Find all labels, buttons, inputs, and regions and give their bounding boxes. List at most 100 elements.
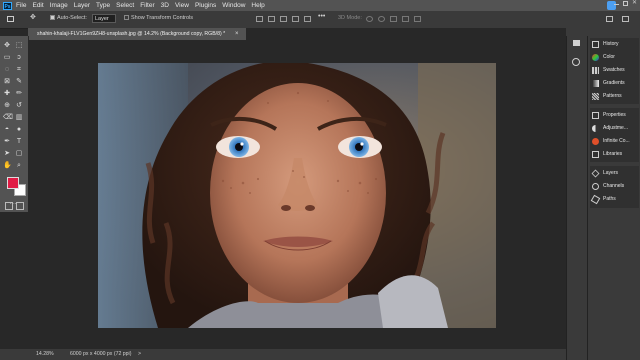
workspace-icon[interactable] (606, 16, 613, 22)
share-icon[interactable] (622, 16, 629, 22)
panel-color-label: Color (603, 54, 615, 60)
panel-adjustments[interactable]: Adjustme... (592, 122, 628, 134)
panel-history[interactable]: History (592, 38, 619, 50)
maximize-icon[interactable] (623, 1, 628, 6)
panel-channels-label: Channels (603, 183, 625, 189)
channels-icon (592, 182, 599, 190)
panel-swatches[interactable]: Swatches (592, 64, 625, 76)
menu-image[interactable]: Image (50, 2, 68, 9)
statusbar-left-filler (0, 349, 28, 360)
align-right-icon[interactable] (280, 16, 287, 22)
swatches-icon (592, 66, 599, 74)
auto-select-label: Auto-Select: (57, 15, 87, 21)
3d-mode-label: 3D Mode: (338, 15, 362, 21)
panel-group-properties: Properties Adjustme... Infinite Co... Li… (590, 108, 639, 162)
brush-tool-icon[interactable]: ✏ (15, 90, 23, 98)
hand-tool-icon[interactable]: ✋ (3, 162, 12, 170)
clone-stamp-tool-icon[interactable]: ⊕ (3, 102, 11, 110)
dodge-tool-icon[interactable]: ● (15, 126, 23, 134)
more-options-icon[interactable]: ••• (318, 13, 325, 20)
menu-file[interactable]: File (16, 2, 26, 9)
move-tool-icon[interactable]: ✥ (30, 13, 36, 21)
panel-layers[interactable]: Layers (591, 167, 618, 179)
foreground-color-swatch[interactable] (7, 177, 19, 189)
collapsed-icon-strip (566, 36, 587, 360)
gradient-tool-icon[interactable]: ▥ (15, 114, 23, 122)
panel-group-history: History Color Swatches Gradients Pattern… (590, 38, 639, 104)
align-left-icon[interactable] (256, 16, 263, 22)
status-menu-arrow[interactable]: > (138, 351, 141, 357)
rectangle-tool-icon[interactable]: ▢ (15, 150, 23, 158)
panel-history-label: History (603, 41, 619, 47)
object-select-tool-icon[interactable]: ◌ (3, 66, 11, 74)
close-icon[interactable]: ✕ (632, 0, 637, 6)
menu-filter[interactable]: Filter (140, 2, 154, 9)
spot-heal-tool-icon[interactable]: ✚ (3, 90, 11, 98)
gradients-icon (592, 79, 599, 87)
menu-view[interactable]: View (175, 2, 189, 9)
quick-mask-icon[interactable] (5, 202, 13, 210)
panel-properties[interactable]: Properties (592, 109, 626, 121)
show-transform-checkbox[interactable]: Show Transform Controls (124, 15, 193, 21)
tab-close-icon[interactable]: × (235, 28, 239, 40)
crop-tool-icon[interactable]: ⌗ (15, 66, 23, 74)
panel-paths[interactable]: Paths (590, 193, 616, 205)
panel-infinite-color[interactable]: Infinite Co... (592, 135, 630, 147)
learn-icon[interactable] (572, 58, 580, 66)
eraser-tool-icon[interactable]: ⌫ (3, 114, 13, 122)
layers-icon (591, 169, 600, 177)
panel-gradients-label: Gradients (603, 80, 625, 86)
move-tool-icon[interactable]: ✥ (3, 42, 11, 50)
panel-patterns[interactable]: Patterns (592, 90, 622, 102)
eyedropper-tool-icon[interactable]: ✎ (15, 78, 23, 86)
lasso-tool-icon[interactable]: ↄ (15, 54, 23, 62)
menu-3d[interactable]: 3D (161, 2, 169, 9)
marquee-tool-icon[interactable]: ▭ (3, 54, 11, 62)
photoshop-logo[interactable]: Ps (3, 1, 12, 10)
auto-select-checkbox[interactable]: Auto-Select: (50, 15, 87, 21)
align-middle-icon[interactable] (304, 16, 311, 22)
panel-group-layers: Layers Channels Paths (590, 166, 639, 208)
pen-tool-icon[interactable]: ✒ (3, 138, 11, 146)
minimize-icon[interactable] (614, 4, 619, 5)
align-top-icon[interactable] (292, 16, 299, 22)
show-transform-label: Show Transform Controls (131, 15, 194, 21)
3d-pan-icon[interactable] (390, 16, 397, 22)
status-bar: 14.28% 6000 px x 4000 px (72 ppi) > (28, 349, 566, 360)
checkbox-icon (124, 15, 129, 21)
auto-select-dropdown[interactable]: Layer (92, 14, 116, 23)
align-center-icon[interactable] (268, 16, 275, 22)
menu-help[interactable]: Help (251, 2, 264, 9)
panel-gradients[interactable]: Gradients (592, 77, 625, 89)
screen-mode-icon[interactable] (16, 202, 24, 210)
properties-icon (592, 111, 599, 119)
panel-libraries[interactable]: Libraries (592, 148, 622, 160)
path-select-tool-icon[interactable]: ➤ (3, 150, 11, 158)
menu-select[interactable]: Select (116, 2, 134, 9)
artboard-tool-icon[interactable]: ⬚ (15, 42, 23, 50)
3d-slide-icon[interactable] (402, 16, 409, 22)
menu-layer[interactable]: Layer (74, 2, 90, 9)
type-tool-icon[interactable]: T (15, 138, 23, 146)
blur-tool-icon[interactable]: ◓ (3, 126, 11, 134)
3d-roll-icon[interactable] (378, 16, 385, 22)
menu-edit[interactable]: Edit (32, 2, 43, 9)
menu-plugins[interactable]: Plugins (195, 2, 216, 9)
history-brush-tool-icon[interactable]: ↺ (15, 102, 23, 110)
menu-window[interactable]: Window (222, 2, 245, 9)
panel-color[interactable]: Color (592, 51, 615, 63)
document-tab[interactable]: shahin-khalaji-FLV1Gen9ZH8-unsplash.jpg … (28, 28, 246, 40)
color-icon (592, 53, 599, 61)
home-icon[interactable] (7, 16, 14, 22)
zoom-tool-icon[interactable]: ⌕ (15, 162, 23, 170)
3d-scale-icon[interactable] (414, 16, 421, 22)
3d-orbit-icon[interactable] (366, 16, 373, 22)
patterns-icon (592, 92, 599, 100)
menu-type[interactable]: Type (96, 2, 110, 9)
document-image[interactable] (98, 63, 496, 328)
frame-tool-icon[interactable]: ⊠ (3, 78, 11, 86)
panel-toggle-icon[interactable] (573, 40, 580, 46)
panel-channels[interactable]: Channels (592, 180, 624, 192)
document-size: 6000 px x 4000 px (72 ppi) (70, 351, 132, 357)
zoom-level[interactable]: 14.28% (36, 351, 54, 357)
